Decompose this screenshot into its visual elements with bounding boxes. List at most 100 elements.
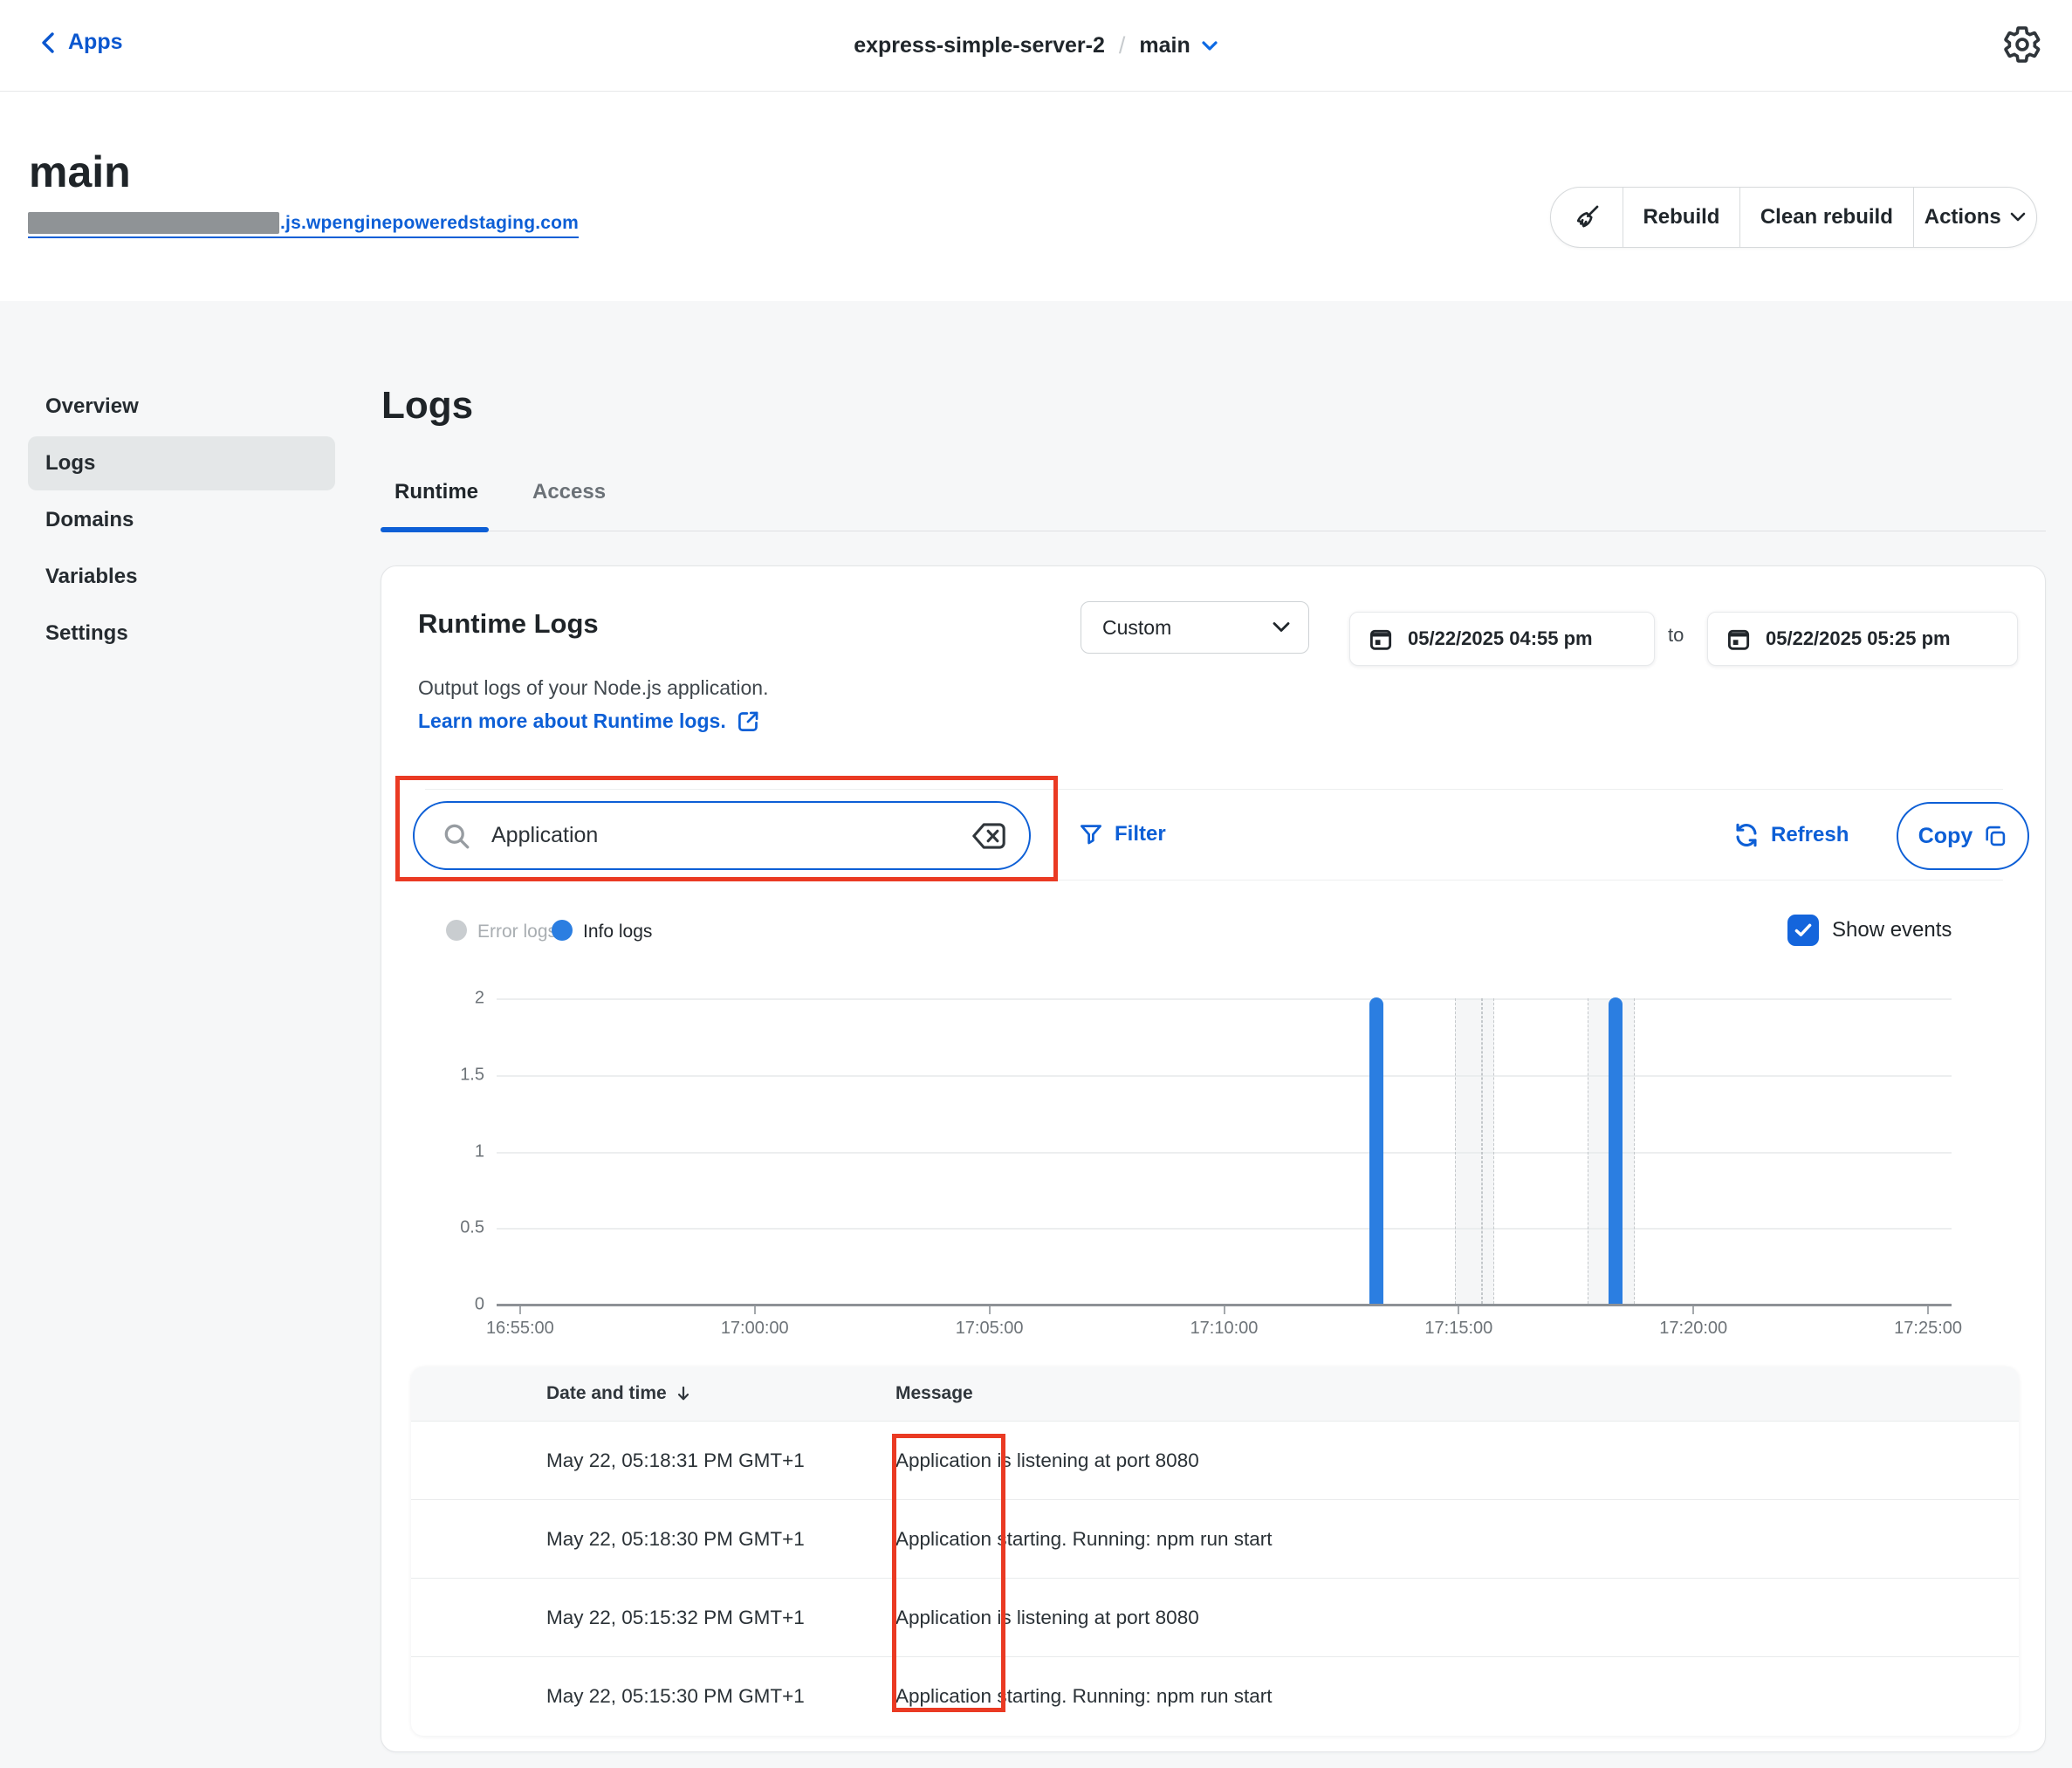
runtime-logs-chart: 00.511.5216:55:0017:00:0017:05:0017:10:0… bbox=[497, 998, 1952, 1305]
learn-more-link[interactable]: Learn more about Runtime logs. bbox=[418, 709, 760, 733]
log-bar bbox=[1369, 997, 1383, 1304]
x-axis-tick bbox=[989, 1306, 991, 1314]
info-logs-legend-label[interactable]: Info logs bbox=[583, 922, 652, 942]
x-axis-tick bbox=[519, 1306, 521, 1314]
panel-description: Output logs of your Node.js application. bbox=[418, 676, 768, 700]
external-link-icon bbox=[737, 709, 760, 733]
x-axis-label: 17:20:00 bbox=[1632, 1319, 1754, 1339]
tab-access[interactable]: Access bbox=[532, 480, 606, 504]
sort-descending-icon bbox=[674, 1384, 693, 1403]
breadcrumb: express-simple-server-2 / main bbox=[0, 0, 2072, 92]
environment-url-link[interactable]: .js.wpenginepoweredstaging.com bbox=[28, 212, 579, 238]
chart-gridline bbox=[497, 1228, 1952, 1230]
info-logs-legend-dot[interactable] bbox=[552, 920, 573, 941]
log-message-cell: Application starting. Running: npm run s… bbox=[895, 1528, 1272, 1551]
clear-search-button[interactable] bbox=[970, 820, 1008, 852]
sidebar-item-logs[interactable]: Logs bbox=[28, 436, 335, 490]
rebuild-button[interactable]: Rebuild bbox=[1623, 188, 1740, 247]
environment-switcher[interactable]: main bbox=[1139, 33, 1218, 58]
broom-icon bbox=[1572, 202, 1602, 232]
x-axis-label: 17:25:00 bbox=[1867, 1319, 1989, 1339]
date-from-value: 05/22/2025 04:55 pm bbox=[1408, 627, 1593, 650]
log-bar bbox=[1609, 997, 1623, 1304]
column-header-message-label: Message bbox=[895, 1383, 973, 1403]
x-axis-tick bbox=[1224, 1306, 1225, 1314]
actions-menu-button[interactable]: Actions bbox=[1913, 188, 2036, 247]
date-to-value: 05/22/2025 05:25 pm bbox=[1766, 627, 1951, 650]
y-axis-label: 1.5 bbox=[434, 1065, 484, 1085]
divider bbox=[425, 789, 2003, 790]
settings-gear-button[interactable] bbox=[2002, 24, 2042, 65]
log-message-cell: Application is listening at port 8080 bbox=[895, 1449, 1199, 1472]
search-icon bbox=[441, 820, 472, 852]
filter-button[interactable]: Filter bbox=[1078, 821, 1166, 847]
refresh-button[interactable]: Refresh bbox=[1732, 821, 1849, 849]
chart-gridline bbox=[497, 1075, 1952, 1077]
chart-gridline bbox=[497, 1152, 1952, 1154]
refresh-icon bbox=[1732, 821, 1760, 849]
sidebar-nav: OverviewLogsDomainsVariablesSettings bbox=[28, 380, 335, 663]
sidebar-item-settings[interactable]: Settings bbox=[28, 606, 335, 661]
actions-label: Actions bbox=[1924, 205, 2001, 230]
filter-label: Filter bbox=[1115, 822, 1166, 846]
active-tab-indicator bbox=[381, 527, 489, 532]
search-input[interactable] bbox=[491, 823, 950, 848]
sidebar-item-overview[interactable]: Overview bbox=[28, 380, 335, 434]
backspace-icon bbox=[970, 820, 1008, 852]
breadcrumb-app-name[interactable]: express-simple-server-2 bbox=[854, 33, 1105, 58]
calendar-icon bbox=[1368, 626, 1394, 652]
column-header-date[interactable]: Date and time bbox=[411, 1383, 895, 1404]
learn-more-label: Learn more about Runtime logs. bbox=[418, 709, 726, 733]
table-row: May 22, 05:15:32 PM GMT+1Application is … bbox=[411, 1578, 2019, 1656]
log-table: Date and time Message May 22, 05:18:31 P… bbox=[411, 1367, 2019, 1736]
sidebar-item-domains[interactable]: Domains bbox=[28, 493, 335, 547]
error-logs-legend-label[interactable]: Error logs bbox=[477, 922, 557, 942]
funnel-icon bbox=[1078, 821, 1104, 847]
show-events-label: Show events bbox=[1832, 918, 1952, 942]
x-axis-label: 17:05:00 bbox=[929, 1319, 1051, 1339]
tab-runtime[interactable]: Runtime bbox=[395, 480, 478, 504]
date-from-picker[interactable]: 05/22/2025 04:55 pm bbox=[1349, 612, 1655, 666]
log-datetime-cell: May 22, 05:15:30 PM GMT+1 bbox=[411, 1685, 895, 1708]
y-axis-label: 0.5 bbox=[434, 1218, 484, 1238]
show-events-toggle[interactable]: Show events bbox=[1787, 915, 1952, 946]
x-axis-label: 16:55:00 bbox=[459, 1319, 581, 1339]
log-datetime-cell: May 22, 05:18:30 PM GMT+1 bbox=[411, 1528, 895, 1551]
copy-icon bbox=[1983, 824, 2007, 848]
column-header-date-label: Date and time bbox=[546, 1383, 667, 1404]
broom-button[interactable] bbox=[1551, 188, 1623, 247]
divider bbox=[425, 880, 2003, 881]
table-row: May 22, 05:15:30 PM GMT+1Application sta… bbox=[411, 1656, 2019, 1735]
table-row: May 22, 05:18:31 PM GMT+1Application is … bbox=[411, 1421, 2019, 1499]
clean-rebuild-button[interactable]: Clean rebuild bbox=[1739, 188, 1912, 247]
section-title: Logs bbox=[381, 384, 473, 428]
y-axis-label: 0 bbox=[434, 1295, 484, 1315]
event-band bbox=[1482, 998, 1493, 1304]
show-events-checkbox[interactable] bbox=[1787, 915, 1819, 946]
x-axis-tick bbox=[754, 1306, 756, 1314]
log-table-header: Date and time Message bbox=[411, 1367, 2019, 1421]
log-datetime-cell: May 22, 05:18:31 PM GMT+1 bbox=[411, 1449, 895, 1472]
event-band bbox=[1455, 998, 1482, 1304]
breadcrumb-env-name: main bbox=[1139, 33, 1190, 58]
date-range-preset-select[interactable]: Custom bbox=[1081, 601, 1309, 654]
log-table-body: May 22, 05:18:31 PM GMT+1Application is … bbox=[411, 1421, 2019, 1735]
log-search-box bbox=[413, 801, 1031, 870]
environment-url-text: .js.wpenginepoweredstaging.com bbox=[280, 213, 579, 234]
error-logs-legend-dot[interactable] bbox=[446, 920, 467, 941]
log-message-cell: Application is listening at port 8080 bbox=[895, 1607, 1199, 1629]
range-preset-value: Custom bbox=[1102, 616, 1171, 640]
chevron-down-icon bbox=[1272, 621, 1291, 634]
y-axis-label: 2 bbox=[434, 989, 484, 1009]
breadcrumb-separator: / bbox=[1119, 32, 1126, 59]
log-datetime-cell: May 22, 05:15:32 PM GMT+1 bbox=[411, 1607, 895, 1629]
x-axis-label: 17:00:00 bbox=[694, 1319, 816, 1339]
sidebar-item-variables[interactable]: Variables bbox=[28, 550, 335, 604]
page-title: main bbox=[29, 147, 131, 197]
date-to-picker[interactable]: 05/22/2025 05:25 pm bbox=[1707, 612, 2018, 666]
copy-logs-button[interactable]: Copy bbox=[1897, 802, 2029, 870]
environment-actions-group: Rebuild Clean rebuild Actions bbox=[1550, 187, 2037, 248]
refresh-label: Refresh bbox=[1771, 823, 1849, 847]
chevron-down-icon bbox=[2010, 212, 2026, 223]
copy-label: Copy bbox=[1918, 824, 1973, 849]
